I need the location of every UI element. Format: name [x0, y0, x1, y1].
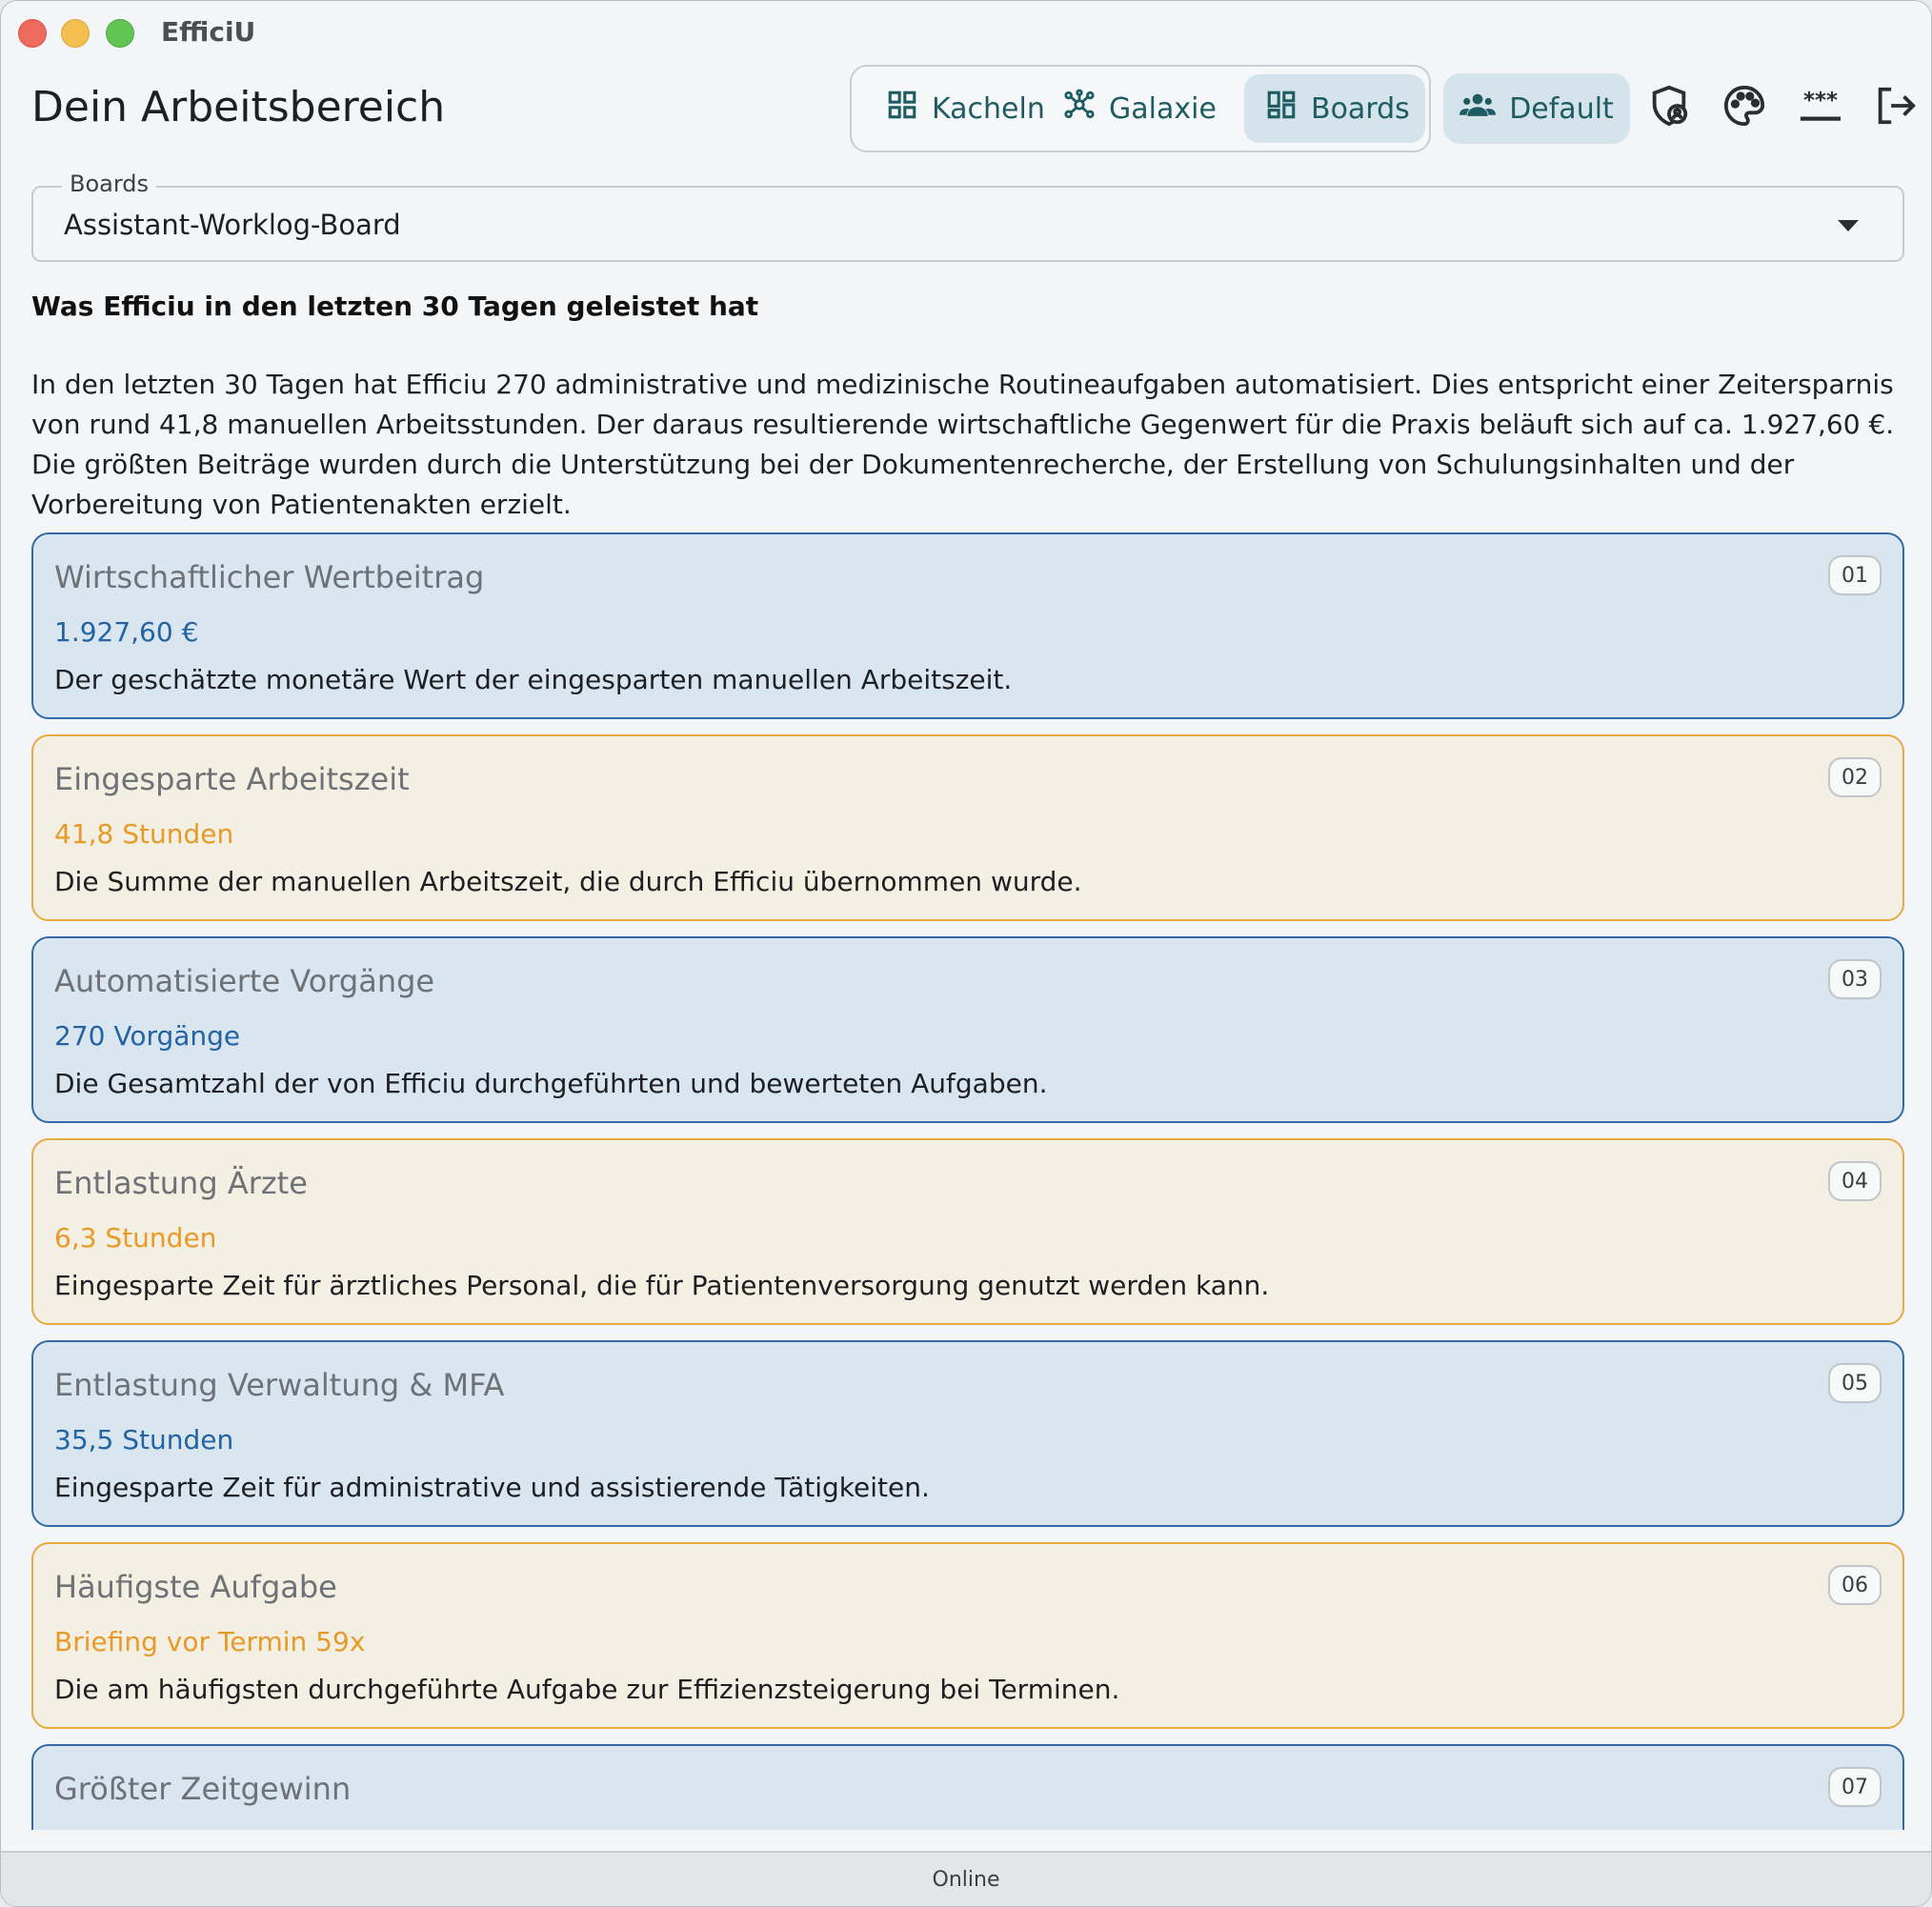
card-title: Entlastung Verwaltung & MFA	[54, 1367, 505, 1403]
kpi-card[interactable]: Größter Zeitgewinn 07	[31, 1744, 1904, 1830]
view-switcher: Kacheln Galaxie Boards	[850, 65, 1431, 152]
kpi-card[interactable]: Entlastung Ärzte 6,3 Stunden Eingesparte…	[31, 1138, 1904, 1325]
card-value: 270 Vorgänge	[54, 1020, 241, 1052]
board-select-value: Assistant-Worklog-Board	[64, 209, 401, 241]
card-title: Wirtschaftlicher Wertbeitrag	[54, 559, 485, 595]
card-title: Häufigste Aufgabe	[54, 1569, 337, 1605]
admin-security-button[interactable]	[1646, 85, 1692, 130]
kpi-card[interactable]: Automatisierte Vorgänge 270 Vorgänge Die…	[31, 936, 1904, 1123]
card-title: Eingesparte Arbeitszeit	[54, 761, 410, 797]
view-galaxie-button[interactable]: Galaxie	[1042, 74, 1242, 143]
title-bar: EfficiU	[1, 1, 1931, 62]
grid-icon	[886, 89, 918, 129]
close-window-button[interactable]	[18, 19, 47, 48]
connection-status: Online	[932, 1867, 1000, 1892]
view-kacheln-label: Kacheln	[932, 91, 1045, 126]
page-title: Dein Arbeitsbereich	[31, 83, 446, 131]
card-description: Der geschätzte monetäre Wert der eingesp…	[54, 664, 1013, 695]
users-icon	[1459, 90, 1497, 127]
app-title: EfficiU	[161, 16, 256, 48]
logout-button[interactable]	[1872, 85, 1918, 130]
card-number-badge: 06	[1828, 1565, 1882, 1605]
card-number-badge: 05	[1828, 1363, 1882, 1403]
card-title: Größter Zeitgewinn	[54, 1771, 352, 1807]
card-description: Die Summe der manuellen Arbeitszeit, die…	[54, 866, 1082, 897]
app-window: EfficiU Dein Arbeitsbereich Kacheln Gala…	[0, 0, 1932, 1907]
card-value: 6,3 Stunden	[54, 1222, 217, 1254]
card-number-badge: 07	[1828, 1767, 1882, 1807]
password-button[interactable]: ***	[1798, 85, 1843, 130]
card-number-badge: 04	[1828, 1161, 1882, 1201]
dashboard-icon	[1265, 89, 1298, 129]
card-title: Automatisierte Vorgänge	[54, 963, 435, 999]
card-description: Eingesparte Zeit für administrative und …	[54, 1472, 930, 1503]
board-select[interactable]: Boards Assistant-Worklog-Board	[31, 171, 1904, 262]
password-icon: ***	[1799, 84, 1842, 131]
board-select-legend: Boards	[62, 171, 157, 197]
status-bar: Online	[1, 1851, 1931, 1906]
view-galaxie-label: Galaxie	[1109, 91, 1217, 126]
card-description: Die Gesamtzahl der von Efficiu durchgefü…	[54, 1068, 1048, 1099]
chevron-down-icon[interactable]	[1838, 220, 1859, 231]
kpi-card[interactable]: Entlastung Verwaltung & MFA 35,5 Stunden…	[31, 1340, 1904, 1527]
card-number-badge: 02	[1828, 757, 1882, 797]
kpi-card[interactable]: Häufigste Aufgabe Briefing vor Termin 59…	[31, 1542, 1904, 1729]
minimize-window-button[interactable]	[61, 19, 90, 48]
card-value: 41,8 Stunden	[54, 818, 234, 850]
summary-text: In den letzten 30 Tagen hat Efficiu 270 …	[31, 369, 1895, 520]
theme-button[interactable]	[1721, 85, 1767, 130]
kpi-card-list: Wirtschaftlicher Wertbeitrag 1.927,60 € …	[31, 532, 1904, 1830]
card-number-badge: 01	[1828, 555, 1882, 595]
svg-text:***: ***	[1803, 89, 1838, 113]
card-description: Eingesparte Zeit für ärztliches Personal…	[54, 1270, 1270, 1301]
shield-user-icon	[1647, 84, 1691, 131]
logout-icon	[1873, 84, 1917, 131]
zoom-window-button[interactable]	[106, 19, 134, 48]
profile-default-label: Default	[1509, 91, 1614, 126]
card-value: 35,5 Stunden	[54, 1424, 234, 1455]
network-icon	[1063, 89, 1096, 129]
card-description: Die am häufigsten durchgeführte Aufgabe …	[54, 1674, 1120, 1705]
profile-default-button[interactable]: Default	[1443, 73, 1630, 144]
palette-icon	[1722, 84, 1766, 131]
summary-heading: Was Efficiu in den letzten 30 Tagen gele…	[31, 291, 759, 322]
kpi-card[interactable]: Eingesparte Arbeitszeit 41,8 Stunden Die…	[31, 734, 1904, 921]
card-number-badge: 03	[1828, 959, 1882, 999]
view-boards-label: Boards	[1311, 91, 1410, 126]
kpi-card[interactable]: Wirtschaftlicher Wertbeitrag 1.927,60 € …	[31, 532, 1904, 719]
view-kacheln-button[interactable]: Kacheln	[865, 74, 1045, 143]
view-boards-button[interactable]: Boards	[1244, 74, 1425, 143]
card-value: 1.927,60 €	[54, 616, 199, 648]
card-value: Briefing vor Termin 59x	[54, 1626, 366, 1657]
card-title: Entlastung Ärzte	[54, 1165, 308, 1201]
